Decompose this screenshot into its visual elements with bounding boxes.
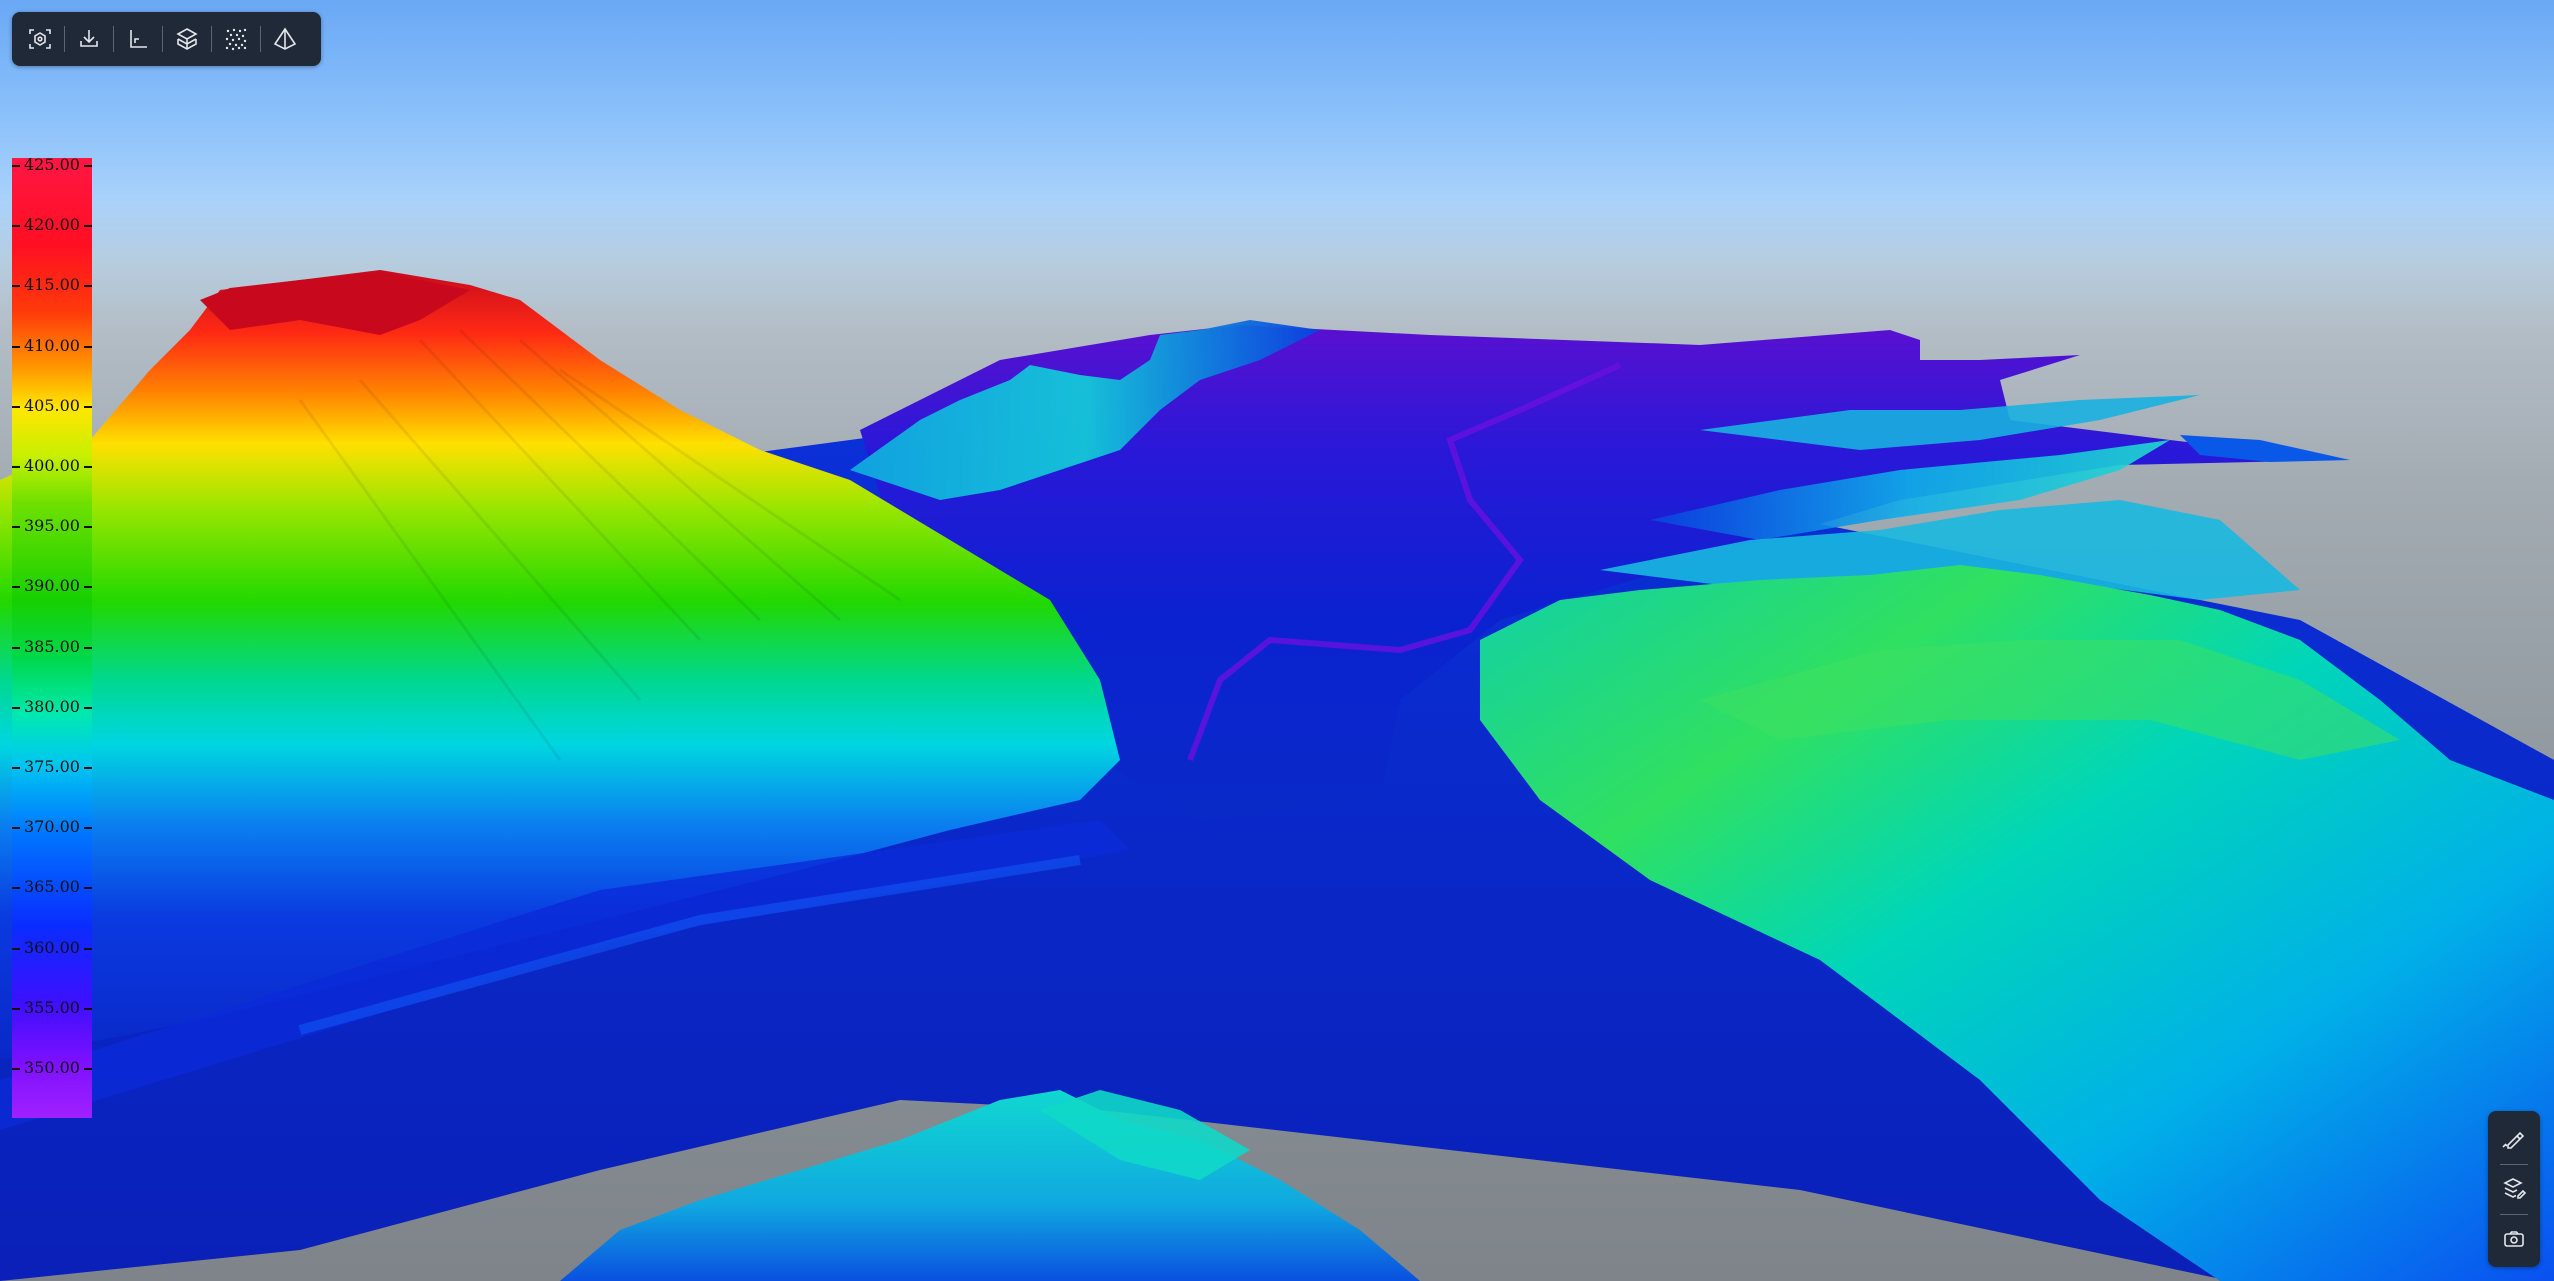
legend-tick-label: 355.00 xyxy=(24,997,80,1017)
legend-tick: 380.00 xyxy=(12,697,92,716)
ruler-pen-icon xyxy=(2502,1131,2525,1149)
layers-button[interactable] xyxy=(163,12,211,66)
layer-edit-button[interactable] xyxy=(2488,1165,2540,1213)
perspective-button[interactable] xyxy=(261,12,309,66)
view-toolbar xyxy=(12,12,321,66)
point-cloud-button[interactable] xyxy=(212,12,260,66)
layer-edit-icon xyxy=(2503,1178,2527,1199)
focus-view-button[interactable] xyxy=(16,12,64,66)
legend-tick: 405.00 xyxy=(12,396,92,415)
elevation-legend: 425.00 420.00 415.00 410.00 405.00 400.00 395.… xyxy=(12,155,92,1118)
axes-button[interactable] xyxy=(114,12,162,66)
legend-tick: 425.00 xyxy=(12,155,92,174)
legend-tick: 365.00 xyxy=(12,877,92,896)
legend-tick: 385.00 xyxy=(12,637,92,656)
download-button[interactable] xyxy=(65,12,113,66)
3d-viewport[interactable]: 425.00 420.00 415.00 410.00 405.00 400.00 395.… xyxy=(0,0,2554,1281)
legend-tick-label: 350.00 xyxy=(24,1058,80,1077)
legend-tick: 400.00 xyxy=(12,456,92,475)
legend-tick-label: 395.00 xyxy=(24,516,80,536)
axes-icon xyxy=(130,30,147,48)
legend-tick: 410.00 xyxy=(12,336,92,355)
legend-tick-label: 390.00 xyxy=(24,576,80,596)
legend-tick: 375.00 xyxy=(12,757,92,776)
legend-tick-label: 410.00 xyxy=(24,335,80,355)
legend-tick: 420.00 xyxy=(12,215,92,234)
legend-tick-label: 385.00 xyxy=(24,636,80,656)
legend-tick: 370.00 xyxy=(12,817,92,836)
camera-icon xyxy=(2504,1231,2524,1247)
legend-tick: 390.00 xyxy=(12,576,92,595)
legend-tick-label: 380.00 xyxy=(24,696,80,716)
legend-tick-label: 370.00 xyxy=(24,817,80,837)
download-icon xyxy=(80,30,98,47)
legend-tick-label: 420.00 xyxy=(24,215,80,235)
point-cloud-icon xyxy=(225,28,247,51)
camera-focus-icon xyxy=(29,29,51,49)
legend-tick: 360.00 xyxy=(12,938,92,957)
legend-tick-label: 400.00 xyxy=(24,456,80,475)
legend-tick-label: 365.00 xyxy=(24,877,80,897)
legend-tick: 395.00 xyxy=(12,516,92,535)
legend-tick-label: 405.00 xyxy=(24,395,80,415)
legend-tick: 415.00 xyxy=(12,275,92,294)
legend-tick-label: 375.00 xyxy=(24,757,80,776)
pyramid-icon xyxy=(273,27,297,50)
screenshot-button[interactable] xyxy=(2488,1215,2540,1263)
legend-tick-label: 360.00 xyxy=(24,937,80,957)
legend-tick-label: 415.00 xyxy=(24,275,80,295)
legend-tick-label: 425.00 xyxy=(24,155,80,174)
legend-tick: 350.00 xyxy=(12,1058,92,1077)
tool-panel xyxy=(2488,1111,2540,1267)
layers-icon xyxy=(176,28,198,50)
terrain-surface[interactable] xyxy=(0,0,2554,1281)
measure-button[interactable] xyxy=(2488,1115,2540,1163)
legend-tick: 355.00 xyxy=(12,998,92,1017)
